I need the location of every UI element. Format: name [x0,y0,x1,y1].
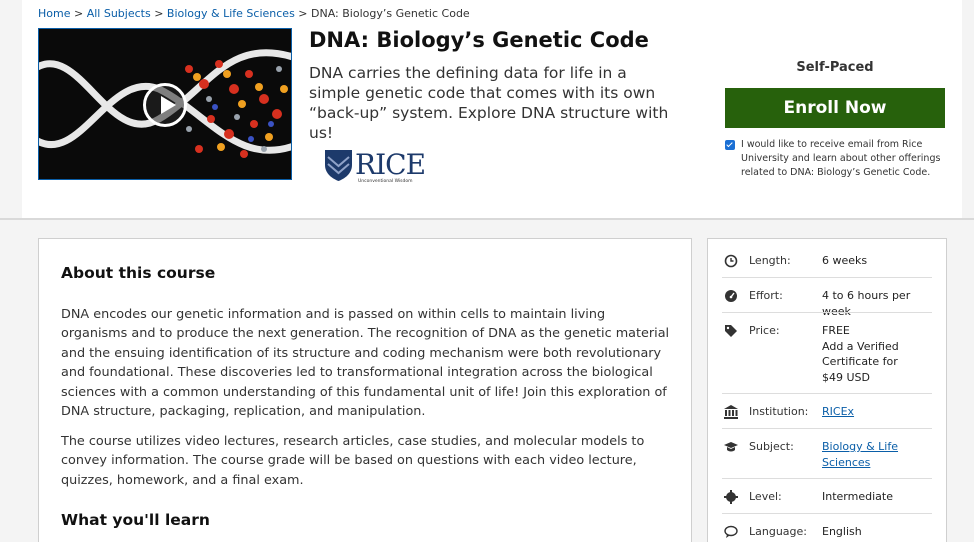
fact-value: Intermediate [822,490,893,503]
learn-heading: What you'll learn [61,511,210,529]
fact-value: English [822,525,862,538]
divider [722,393,932,394]
fact-label: Subject: [749,440,794,453]
breadcrumb-separator: > [298,7,308,20]
language-icon [724,525,738,539]
level-icon [724,490,738,504]
fact-label: Level: [749,490,782,503]
breadcrumb-home[interactable]: Home [38,7,70,20]
about-paragraph: DNA encodes our genetic information and … [61,307,670,420]
fact-label: Effort: [749,289,783,302]
pacing-label: Self-Paced [796,60,874,75]
fact-label: Institution: [749,405,809,418]
course-subtitle: DNA carries the defining data for life i… [309,64,669,142]
course-title: DNA: Biology’s Genetic Code [309,28,649,52]
breadcrumb-separator: > [73,7,84,20]
divider [722,277,932,278]
about-paragraph: The course utilizes video lectures, rese… [61,434,645,488]
course-hero: Home > All Subjects > Biology & Life Sci… [22,0,962,218]
breadcrumb-subject[interactable]: Biology & Life Sciences [167,7,295,20]
rice-shield-icon [325,150,352,181]
breadcrumb-current: DNA: Biology’s Genetic Code [311,7,470,20]
enroll-button[interactable]: Enroll Now [725,88,945,128]
fact-value: FREE Add a Verified Certificate for $49 … [822,324,899,384]
section-divider [0,218,974,220]
email-optin-label: I would like to receive email from Rice … [741,139,941,178]
clock-icon [724,254,738,268]
divider [722,312,932,313]
divider [722,513,932,514]
breadcrumb-all-subjects[interactable]: All Subjects [87,7,151,20]
course-video-thumbnail[interactable] [38,28,292,180]
fact-label: Length: [749,254,791,267]
about-panel: About this course DNA encodes our geneti… [38,238,692,542]
email-optin-checkbox[interactable] [725,140,735,150]
divider [722,428,932,429]
fact-value: 4 to 6 hours per week [822,289,911,318]
course-facts-panel: Length: 6 weeks Effort: 4 to 6 hours per… [707,238,947,542]
tag-icon [724,324,738,338]
rice-tagline: Unconventional Wisdom [358,179,413,184]
institution-icon [724,405,738,419]
about-heading: About this course [61,264,216,282]
fact-label: Price: [749,324,780,337]
institution-logo[interactable]: RICE Unconventional Wisdom [322,146,432,188]
subject-link[interactable]: Biology & Life Sciences [822,439,902,470]
gauge-icon [724,289,738,303]
fact-value: 6 weeks [822,254,868,267]
divider [722,478,932,479]
breadcrumb: Home > All Subjects > Biology & Life Sci… [38,7,470,20]
fact-label: Language: [749,525,807,538]
graduation-cap-icon [724,440,738,454]
breadcrumb-separator: > [154,7,164,20]
play-icon[interactable] [143,83,187,127]
rice-wordmark: RICE [355,148,426,181]
institution-link[interactable]: RICEx [822,404,934,420]
